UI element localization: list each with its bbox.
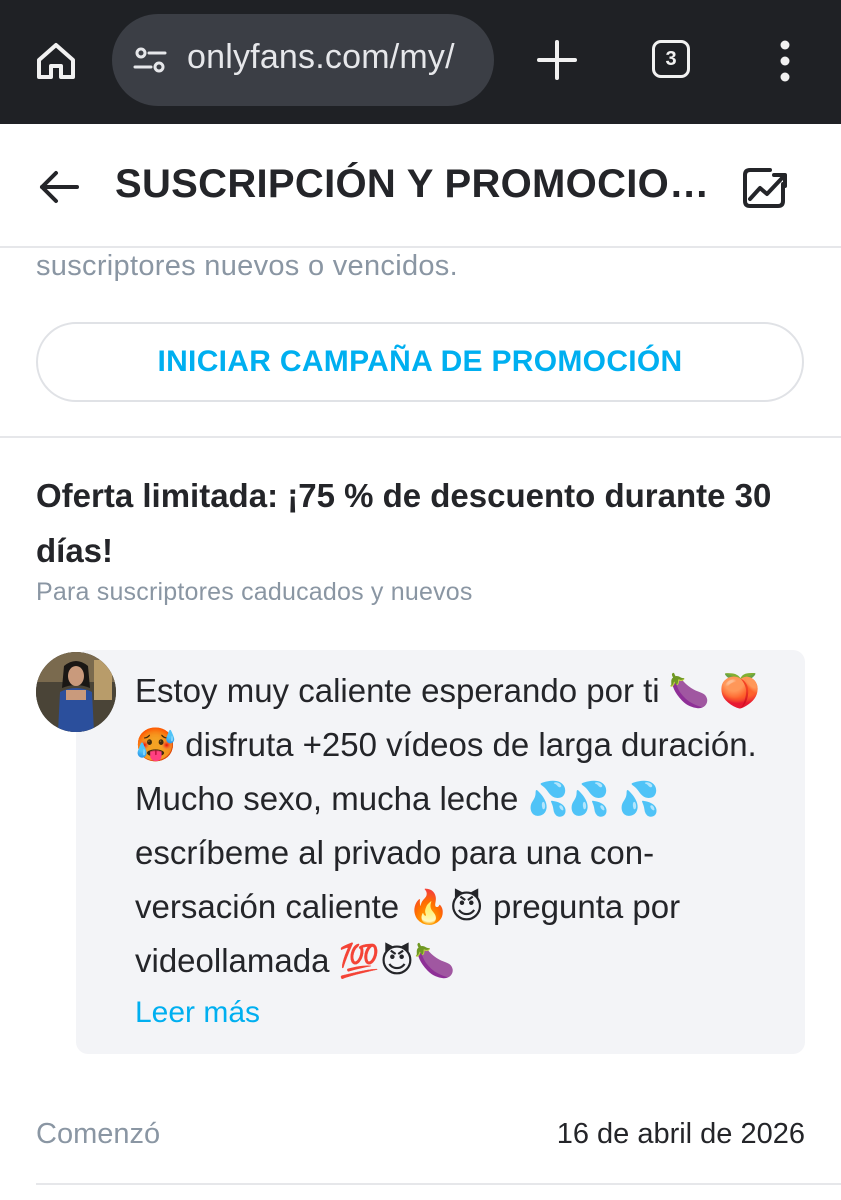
back-arrow-icon[interactable] [36, 164, 82, 210]
page-header: SUSCRIPCIÓN Y PROMOCIONES [0, 124, 841, 248]
read-more-link[interactable]: Leer más [135, 996, 260, 1030]
more-menu-icon[interactable] [770, 38, 800, 84]
started-label: Comenzó [36, 1118, 161, 1150]
url-text[interactable]: onlyfans.com/my/ [187, 38, 487, 77]
offer-subtitle: Para suscriptores caducados y nuevos [36, 578, 473, 606]
browser-toolbar: onlyfans.com/my/ 3 [0, 0, 841, 124]
divider [0, 436, 841, 438]
home-icon[interactable] [32, 38, 80, 84]
divider [36, 1183, 841, 1185]
offer-title: Oferta limitada: ¡75 % de descuento dura… [36, 477, 772, 569]
promo-message-text: Estoy muy caliente esperando por ti 🍆 🍑🥵… [135, 672, 761, 979]
site-settings-icon[interactable] [132, 42, 168, 78]
tab-count: 3 [665, 47, 677, 70]
address-bar[interactable]: onlyfans.com/my/ [112, 14, 494, 106]
tab-switcher-button[interactable]: 3 [652, 40, 690, 78]
page-title: SUSCRIPCIÓN Y PROMOCIONES [115, 162, 715, 206]
new-tab-icon[interactable] [534, 37, 580, 83]
statistics-icon[interactable] [740, 164, 792, 212]
start-promotion-campaign-button[interactable]: INICIAR CAMPAÑA DE PROMOCIÓN [36, 322, 804, 402]
section-description: suscriptores nuevos o vencidos. [36, 250, 458, 282]
avatar[interactable] [36, 652, 116, 732]
started-date: 16 de abril de 2026 [556, 1118, 805, 1150]
